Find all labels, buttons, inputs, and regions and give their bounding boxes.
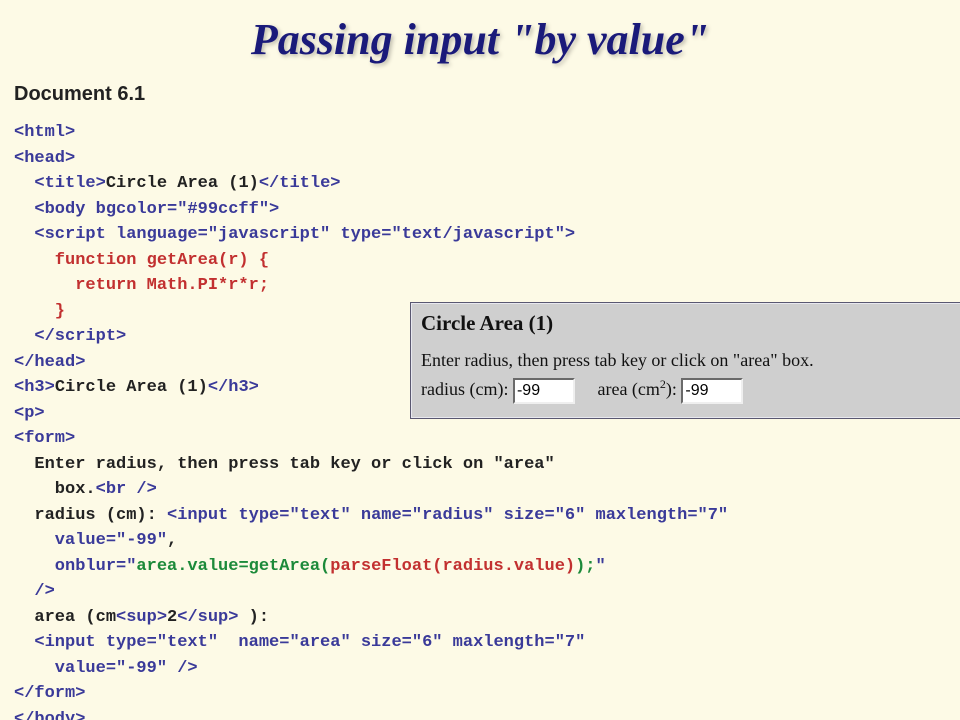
code-line: <br /> [96,480,157,499]
preview-form-row: radius (cm): area (cm2): [421,377,960,404]
code-line: <body bgcolor="#99ccff"> [14,200,279,219]
code-line: <html> [14,123,75,142]
slide-title: Passing input "by value" [0,14,960,65]
code-line: <input type="text" name="radius" size="6… [167,506,728,525]
code-line: " [596,557,606,576]
radius-label: radius (cm): [421,379,513,399]
code-line: </head> [14,353,85,372]
code-line: Circle Area (1) [55,378,208,397]
code-line: <p> [14,404,45,423]
code-line: </form> [14,684,85,703]
code-line: value="-99" [14,531,167,550]
radius-input[interactable] [513,378,575,404]
code-line: <script language="javascript" type="text… [14,225,575,244]
code-line: Circle Area (1) [106,174,259,193]
preview-title: Circle Area (1) [421,311,960,336]
code-line: /> [14,582,55,601]
code-line: parseFloat(radius.value) [330,557,575,576]
code-line: } [14,302,65,321]
code-line: radius (cm): [14,506,167,525]
area-input[interactable] [681,378,743,404]
code-line: <sup> [116,608,167,627]
browser-preview: Circle Area (1) Enter radius, then press… [410,302,960,419]
code-line: box. [14,480,96,499]
code-line: </title> [259,174,341,193]
code-line: <form> [14,429,75,448]
code-line: Enter radius, then press tab key or clic… [14,455,555,474]
document-label: Document 6.1 [14,83,960,106]
code-line: function getArea(r) { [14,251,269,270]
preview-instruction: Enter radius, then press tab key or clic… [421,350,960,371]
code-line: <head> [14,149,75,168]
area-label: area (cm2): [597,379,681,399]
code-line: </h3> [208,378,259,397]
code-line: ): [249,608,269,627]
code-line: value="-99" /> [14,659,198,678]
code-line: <h3> [14,378,55,397]
code-line: <title> [14,174,106,193]
code-line: return Math.PI*r*r; [14,276,269,295]
code-line: ); [575,557,595,576]
code-line: , [167,531,177,550]
code-line: <input type="text" name="area" size="6" … [14,633,585,652]
code-line: onblur=" [14,557,136,576]
code-block: <html> <head> <title>Circle Area (1)</ti… [14,120,946,720]
code-line: area.value=getArea( [136,557,330,576]
code-line: area (cm [14,608,116,627]
code-line: </body> [14,710,85,720]
code-line: 2 [167,608,177,627]
code-line: </sup> [177,608,248,627]
code-line: </script> [14,327,126,346]
